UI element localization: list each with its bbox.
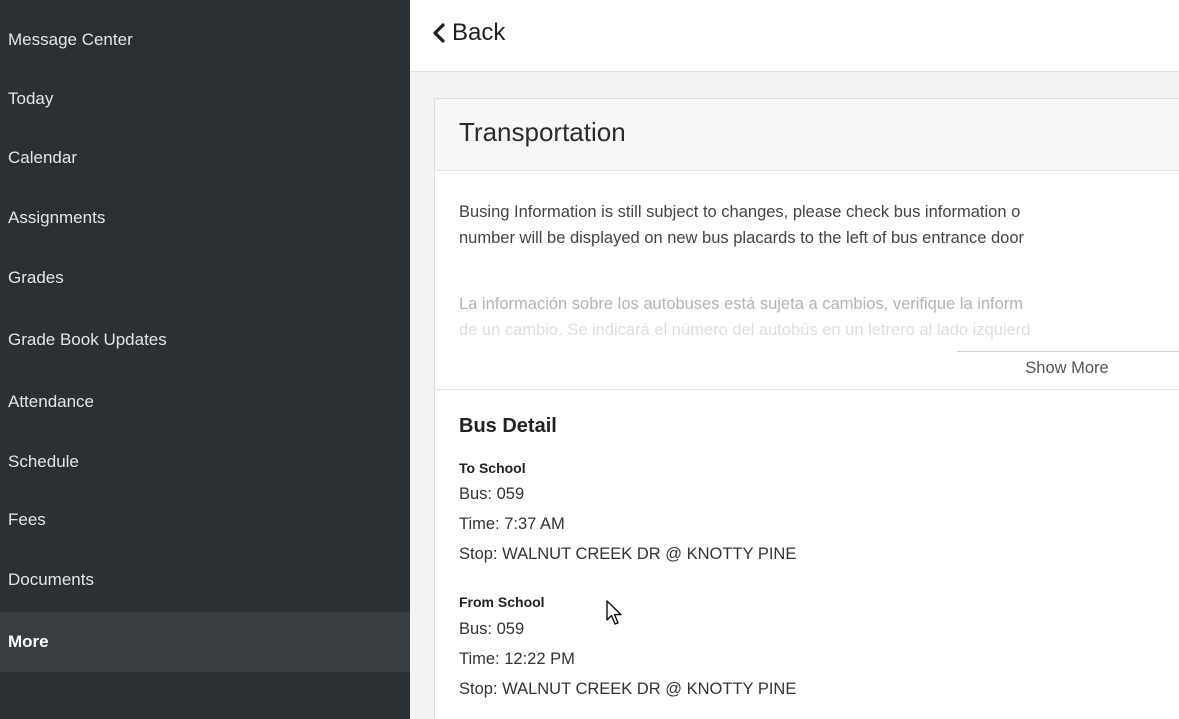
sidebar-item-more[interactable]: More xyxy=(0,612,410,672)
sidebar-item-label: Fees xyxy=(8,510,46,529)
sidebar: Message Center Today Calendar Assignment… xyxy=(0,0,410,719)
busing-notice-spanish: La información sobre los autobuses está … xyxy=(459,291,1179,343)
sidebar-item-grades[interactable]: Grades xyxy=(0,250,410,306)
notice-line: La información sobre los autobuses está … xyxy=(459,295,1024,313)
sidebar-item-label: Attendance xyxy=(8,392,95,411)
bus-detail-title: Bus Detail xyxy=(459,415,557,437)
sidebar-item-label: Schedule xyxy=(8,452,79,471)
to-school-label: To School xyxy=(459,460,526,476)
main-content: Back Transportation Busing Information i… xyxy=(410,0,1179,719)
sidebar-item-documents[interactable]: Documents xyxy=(0,552,410,608)
to-school-bus: Bus: 059 xyxy=(459,485,525,503)
back-label: Back xyxy=(452,19,506,46)
divider xyxy=(957,351,1179,352)
from-school-time: Time: 12:22 PM xyxy=(459,650,575,668)
from-school-label: From School xyxy=(459,594,545,610)
card-header: Transportation xyxy=(435,99,1179,171)
notice-line: Busing Information is still subject to c… xyxy=(459,203,1021,221)
sidebar-item-schedule[interactable]: Schedule xyxy=(0,434,410,490)
sidebar-item-label: Documents xyxy=(8,570,94,589)
sidebar-item-label: Message Center xyxy=(8,30,133,49)
sidebar-item-label: More xyxy=(8,632,49,651)
sidebar-item-label: Grade Book Updates xyxy=(8,330,167,349)
divider xyxy=(435,389,1179,390)
sidebar-item-label: Today xyxy=(8,89,54,108)
to-school-time: Time: 7:37 AM xyxy=(459,515,565,533)
transportation-card: Transportation Busing Information is sti… xyxy=(434,98,1179,719)
card-title: Transportation xyxy=(459,117,626,147)
sidebar-item-label: Assignments xyxy=(8,208,106,227)
notice-line: de un cambio. Se indicará el número del … xyxy=(459,321,1031,339)
sidebar-item-label: Calendar xyxy=(8,148,77,167)
chevron-left-icon xyxy=(432,23,446,43)
sidebar-item-attendance[interactable]: Attendance xyxy=(0,374,410,430)
from-school-stop: Stop: WALNUT CREEK DR @ KNOTTY PINE xyxy=(459,680,797,698)
sidebar-item-calendar[interactable]: Calendar xyxy=(0,130,410,186)
notice-line: number will be displayed on new bus plac… xyxy=(459,229,1025,247)
sidebar-item-assignments[interactable]: Assignments xyxy=(0,190,410,246)
sidebar-item-today[interactable]: Today xyxy=(0,71,410,127)
sidebar-item-grade-book-updates[interactable]: Grade Book Updates xyxy=(0,312,410,368)
sidebar-item-fees[interactable]: Fees xyxy=(0,492,410,548)
back-button[interactable]: Back xyxy=(432,16,505,50)
sidebar-item-message-center[interactable]: Message Center xyxy=(0,12,410,68)
top-bar: Back xyxy=(410,0,1179,72)
from-school-bus: Bus: 059 xyxy=(459,620,525,638)
mouse-pointer-icon xyxy=(606,600,624,631)
show-more-button[interactable]: Show More xyxy=(967,359,1167,378)
to-school-stop: Stop: WALNUT CREEK DR @ KNOTTY PINE xyxy=(459,545,797,563)
busing-notice: Busing Information is still subject to c… xyxy=(459,199,1179,251)
sidebar-item-label: Grades xyxy=(8,268,64,287)
